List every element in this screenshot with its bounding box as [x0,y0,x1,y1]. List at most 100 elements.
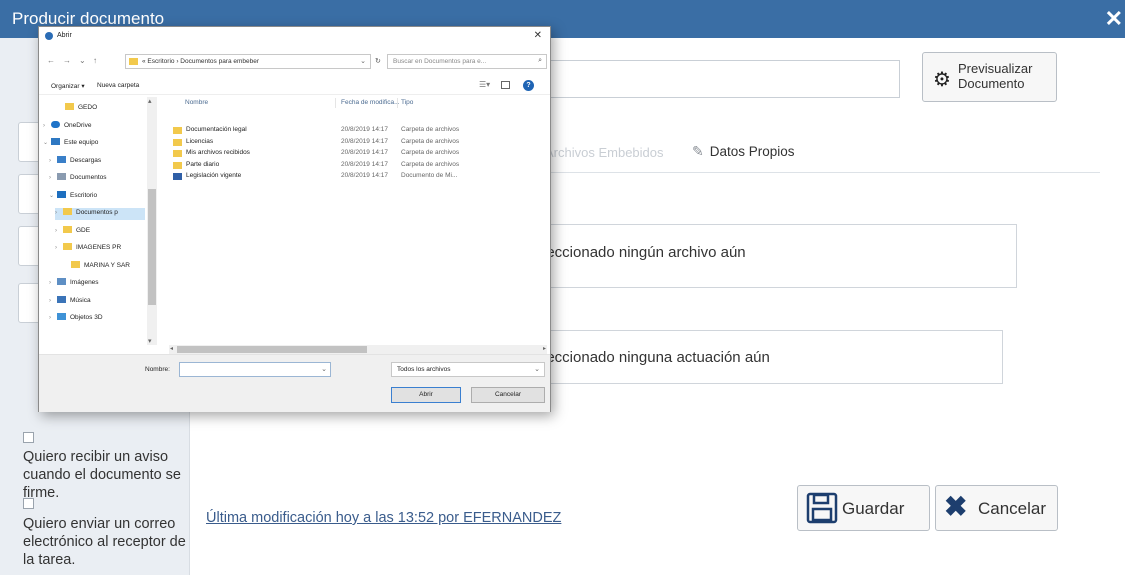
search-icon: ⌕ [538,57,542,64]
music-icon [57,295,66,303]
dialog-close-icon[interactable]: ✕ [534,30,542,41]
file-row[interactable]: Parte diario 20/8/2019 14:17 Carpeta de ar… [169,160,547,171]
scroll-left-icon[interactable]: ◂ [170,345,173,352]
reference-input[interactable] [520,60,900,98]
documents-icon [57,173,66,180]
tree-item-label: Objetos 3D [70,314,103,321]
organize-menu[interactable]: Organizar ▾ [51,82,85,90]
expand-arrow-icon[interactable]: › [49,280,57,286]
desktop-icon [57,190,66,198]
recent-dropdown-icon[interactable]: ⌄ [79,56,86,65]
app-icon [45,32,53,40]
notify-checkbox[interactable] [23,432,34,443]
refresh-icon[interactable]: ↻ [375,57,381,65]
cancel-button[interactable]: ✖ Cancelar [935,485,1058,531]
expand-arrow-icon[interactable]: › [49,315,57,321]
tree-item[interactable]: ⌄ Este equipo [43,138,145,150]
tree-item-label: Descargas [70,156,102,164]
tree-item-label: GEDO [78,104,98,111]
last-modified-link[interactable]: Última modificación hoy a las 13:52 por … [206,510,561,526]
back-arrow-icon[interactable]: ← [47,56,55,65]
scroll-up-icon[interactable]: ▴ [148,97,152,105]
up-arrow-icon[interactable]: ↑ [93,56,97,65]
preview-pane-icon[interactable] [501,81,510,89]
tab-embedded-files[interactable]: Archivos Embebidos [545,145,664,160]
filetype-select[interactable]: Todos los archivos ⌄ [391,362,545,377]
tree-item[interactable]: ⌄ Escritorio [49,190,145,203]
folder-icon [173,161,182,169]
file-row[interactable]: Licencias 20/8/2019 14:17 Carpeta de archi… [169,137,547,148]
embedded-files-box: leccionado ningún archivo aún [520,224,1017,288]
expand-arrow-icon[interactable]: › [55,210,63,216]
scroll-right-icon[interactable]: ▸ [543,345,546,352]
chevron-down-icon[interactable]: ⌄ [360,57,366,65]
dialog-footer: Nombre: ⌄ Todos los archivos ⌄ Abrir Can… [39,354,550,412]
tree-item-label: Este equipo [64,139,99,146]
no-file-selected-text: leccionado ningún archivo aún [543,244,746,261]
tab-own-data[interactable]: ✎ Datos Propios [692,143,795,160]
open-button[interactable]: Abrir [391,387,461,403]
email-label: Quiero enviar un correo electrónico al r… [23,516,186,568]
objects-3d-icon [57,313,66,320]
tree-item[interactable]: › Descargas [49,155,145,168]
tree-item[interactable]: › Documentos [49,173,145,185]
address-bar[interactable]: « Escritorio › Documentos para embeber ⌄ [125,54,371,69]
tree-item[interactable]: › IMAGENES PR [55,243,145,255]
tree-item[interactable]: › Objetos 3D [49,313,145,325]
tree-item[interactable]: GEDO [57,103,145,115]
navigation-scrollbar[interactable]: ▴ ▾ [147,97,157,345]
file-name: Parte diario [186,160,220,168]
file-type: Carpeta de archivos [401,160,460,168]
tree-item[interactable]: › OneDrive [43,120,145,133]
column-header-name[interactable]: Nombre [185,99,208,106]
modal-close-icon[interactable]: ✕ [1105,6,1123,32]
scrollbar-thumb[interactable] [177,346,367,353]
folder-icon [173,127,182,134]
tree-item[interactable]: › GDE [55,225,145,238]
filename-input[interactable]: ⌄ [179,362,331,377]
view-options-icon[interactable]: ☰▾ [479,80,490,89]
dialog-cancel-button[interactable]: Cancelar [471,387,545,403]
file-list-scrollbar[interactable]: ◂ ▸ [169,345,547,354]
email-checkbox[interactable] [23,498,34,509]
filename-label: Nombre: [145,366,170,373]
file-row[interactable]: Mis archivos recibidos 20/8/2019 14:17 Car… [169,148,547,159]
expand-arrow-icon[interactable]: › [55,245,63,251]
scrollbar-thumb[interactable] [148,189,156,305]
expand-arrow-icon[interactable]: › [55,228,63,234]
file-row[interactable]: Documentación legal 20/8/2019 14:17 Carpet… [169,125,547,136]
linked-actions-box: leccionado ninguna actuación aún [520,330,1003,384]
expand-arrow-icon[interactable]: › [49,175,57,181]
folder-icon [71,260,80,268]
forward-arrow-icon[interactable]: → [63,56,71,65]
file-row[interactable]: Legislación vigente 20/8/2019 14:17 Docume… [169,171,547,182]
scroll-down-icon[interactable]: ▾ [148,337,152,345]
dialog-command-bar: Organizar ▾ Nueva carpeta ☰▾ ? [39,77,550,95]
expand-arrow-icon[interactable]: › [49,298,57,304]
help-icon[interactable]: ? [523,80,534,91]
new-folder-button[interactable]: Nueva carpeta [97,82,139,89]
expand-arrow-icon[interactable]: › [43,123,51,129]
dialog-search-input[interactable]: Buscar en Documentos para e... ⌕ [387,54,547,69]
close-x-icon: ✖ [944,491,968,522]
navigation-pane: GEDO › OneDrive ⌄ Este equipo › Descargas › Docu… [39,97,147,345]
save-button[interactable]: Guardar [797,485,930,531]
expand-arrow-icon[interactable]: ⌄ [43,139,51,146]
expand-arrow-icon[interactable]: › [49,158,57,164]
column-header-type[interactable]: Tipo [401,99,413,106]
expand-arrow-icon[interactable]: ⌄ [49,192,57,199]
file-type: Documento de Mi... [401,172,458,180]
column-header-date[interactable]: Fecha de modifica... [341,99,400,106]
save-button-label: Guardar [842,499,905,518]
preview-document-button[interactable]: ⚙ Previsualizar Documento [922,52,1057,102]
tree-item[interactable]: MARINA Y SAR [63,260,145,273]
preview-button-label: Previsualizar Documento [958,61,1033,91]
tree-item[interactable]: › Imágenes [49,278,145,290]
file-date: 20/8/2019 14:17 [341,172,388,180]
tree-item[interactable]: › Música [49,295,145,308]
column-separator [335,98,336,108]
tree-item[interactable]: › Documentos p [55,208,145,220]
file-date: 20/8/2019 14:17 [341,149,388,157]
tab-own-data-label: Datos Propios [709,144,795,159]
chevron-down-icon[interactable]: ⌄ [321,365,327,373]
